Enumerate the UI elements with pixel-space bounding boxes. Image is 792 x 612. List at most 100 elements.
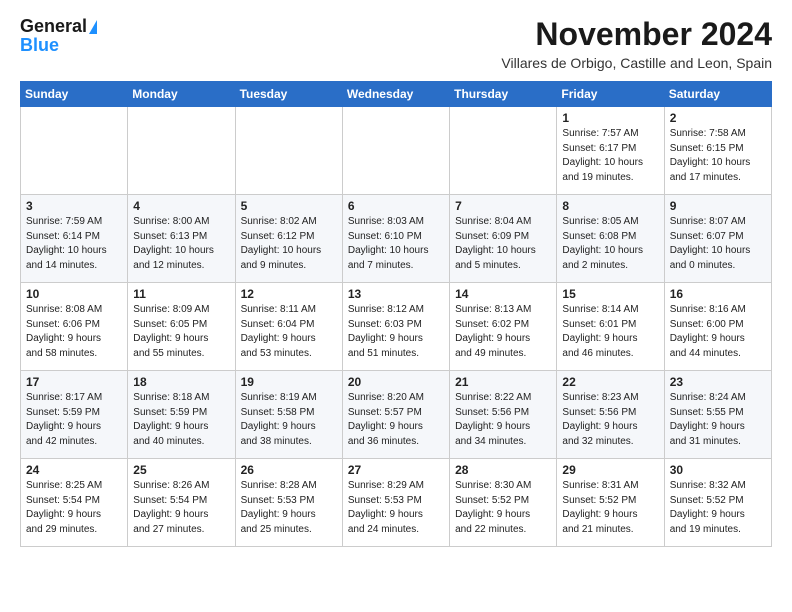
day-info: Sunrise: 8:16 AM Sunset: 6:00 PM Dayligh… [670, 303, 766, 361]
day-info: Sunrise: 8:32 AM Sunset: 5:52 PM Dayligh… [670, 479, 766, 537]
day-info: Sunrise: 7:58 AM Sunset: 6:15 PM Dayligh… [670, 127, 766, 185]
calendar-cell: 17Sunrise: 8:17 AM Sunset: 5:59 PM Dayli… [21, 371, 128, 459]
logo-triangle-icon [89, 20, 97, 34]
calendar-table: SundayMondayTuesdayWednesdayThursdayFrid… [20, 81, 772, 547]
calendar-cell: 25 Sunrise: 8:26 AM Sunset: 5:54 PM Dayli… [128, 459, 235, 547]
day-info: Sunrise: 7:59 AM Sunset: 6:14 PM Dayligh… [26, 215, 122, 273]
day-info: Sunrise: 8:11 AM Sunset: 6:04 PM Dayligh… [241, 303, 337, 361]
calendar-cell: 11 Sunrise: 8:09 AM Sunset: 6:05 PM Dayli… [128, 283, 235, 371]
calendar-cell [128, 107, 235, 195]
day-info: Sunrise: 8:00 AM Sunset: 6:13 PM Dayligh… [133, 215, 229, 273]
title-area: November 2024 Villares de Orbigo, Castil… [501, 16, 772, 71]
calendar-cell: 19 Sunrise: 8:19 AM Sunset: 5:58 PM Dayli… [235, 371, 342, 459]
day-number: 12 [241, 287, 337, 301]
day-number: 8 [562, 199, 658, 213]
day-info: Sunrise: 8:09 AM Sunset: 6:05 PM Dayligh… [133, 303, 229, 361]
calendar-cell [21, 107, 128, 195]
day-info: Sunrise: 8:04 AM Sunset: 6:09 PM Dayligh… [455, 215, 551, 273]
day-number: 14 [455, 287, 551, 301]
calendar-cell: 14 Sunrise: 8:13 AM Sunset: 6:02 PM Dayli… [450, 283, 557, 371]
day-number: 29 [562, 463, 658, 477]
day-number: 1 [562, 111, 658, 125]
day-info: Sunrise: 8:28 AM Sunset: 5:53 PM Dayligh… [241, 479, 337, 537]
day-info: Sunrise: 8:22 AM Sunset: 5:56 PM Dayligh… [455, 391, 551, 449]
calendar-cell: 6 Sunrise: 8:03 AM Sunset: 6:10 PM Daylig… [342, 195, 449, 283]
calendar-cell: 24 Sunrise: 8:25 AM Sunset: 5:54 PM Dayli… [21, 459, 128, 547]
calendar-week-4: 17Sunrise: 8:17 AM Sunset: 5:59 PM Dayli… [21, 371, 772, 459]
col-header-wednesday: Wednesday [342, 82, 449, 107]
day-info: Sunrise: 8:13 AM Sunset: 6:02 PM Dayligh… [455, 303, 551, 361]
calendar-cell: 18Sunrise: 8:18 AM Sunset: 5:59 PM Dayli… [128, 371, 235, 459]
day-number: 13 [348, 287, 444, 301]
day-info: Sunrise: 8:26 AM Sunset: 5:54 PM Dayligh… [133, 479, 229, 537]
calendar-cell: 13 Sunrise: 8:12 AM Sunset: 6:03 PM Dayli… [342, 283, 449, 371]
calendar-cell: 8 Sunrise: 8:05 AM Sunset: 6:08 PM Daylig… [557, 195, 664, 283]
header: General Blue November 2024 Villares de O… [20, 16, 772, 71]
day-number: 21 [455, 375, 551, 389]
calendar-cell: 5 Sunrise: 8:02 AM Sunset: 6:12 PM Daylig… [235, 195, 342, 283]
calendar-cell [450, 107, 557, 195]
day-info: Sunrise: 8:08 AM Sunset: 6:06 PM Dayligh… [26, 303, 122, 361]
location-subtitle: Villares de Orbigo, Castille and Leon, S… [501, 55, 772, 71]
day-info: Sunrise: 8:29 AM Sunset: 5:53 PM Dayligh… [348, 479, 444, 537]
calendar-cell: 9Sunrise: 8:07 AM Sunset: 6:07 PM Daylig… [664, 195, 771, 283]
col-header-sunday: Sunday [21, 82, 128, 107]
calendar-week-5: 24 Sunrise: 8:25 AM Sunset: 5:54 PM Dayli… [21, 459, 772, 547]
calendar-cell: 22 Sunrise: 8:23 AM Sunset: 5:56 PM Dayli… [557, 371, 664, 459]
calendar-week-1: 1 Sunrise: 7:57 AM Sunset: 6:17 PM Daylig… [21, 107, 772, 195]
logo-general: General [20, 16, 87, 37]
calendar-cell: 12 Sunrise: 8:11 AM Sunset: 6:04 PM Dayli… [235, 283, 342, 371]
day-number: 22 [562, 375, 658, 389]
day-number: 11 [133, 287, 229, 301]
calendar-cell [342, 107, 449, 195]
calendar-cell: 26 Sunrise: 8:28 AM Sunset: 5:53 PM Dayli… [235, 459, 342, 547]
calendar-cell: 4 Sunrise: 8:00 AM Sunset: 6:13 PM Daylig… [128, 195, 235, 283]
calendar-week-2: 3Sunrise: 7:59 AM Sunset: 6:14 PM Daylig… [21, 195, 772, 283]
day-number: 2 [670, 111, 766, 125]
logo-blue: Blue [20, 35, 59, 56]
calendar-cell: 10Sunrise: 8:08 AM Sunset: 6:06 PM Dayli… [21, 283, 128, 371]
month-title: November 2024 [501, 16, 772, 53]
day-number: 9 [670, 199, 766, 213]
logo: General Blue [20, 16, 97, 56]
col-header-tuesday: Tuesday [235, 82, 342, 107]
day-info: Sunrise: 8:02 AM Sunset: 6:12 PM Dayligh… [241, 215, 337, 273]
day-info: Sunrise: 8:19 AM Sunset: 5:58 PM Dayligh… [241, 391, 337, 449]
day-number: 27 [348, 463, 444, 477]
calendar-cell: 15 Sunrise: 8:14 AM Sunset: 6:01 PM Dayli… [557, 283, 664, 371]
day-info: Sunrise: 8:14 AM Sunset: 6:01 PM Dayligh… [562, 303, 658, 361]
calendar-cell: 2 Sunrise: 7:58 AM Sunset: 6:15 PM Daylig… [664, 107, 771, 195]
day-info: Sunrise: 8:05 AM Sunset: 6:08 PM Dayligh… [562, 215, 658, 273]
day-info: Sunrise: 8:23 AM Sunset: 5:56 PM Dayligh… [562, 391, 658, 449]
day-number: 16 [670, 287, 766, 301]
day-info: Sunrise: 8:18 AM Sunset: 5:59 PM Dayligh… [133, 391, 229, 449]
col-header-saturday: Saturday [664, 82, 771, 107]
day-info: Sunrise: 8:03 AM Sunset: 6:10 PM Dayligh… [348, 215, 444, 273]
day-number: 19 [241, 375, 337, 389]
day-number: 15 [562, 287, 658, 301]
calendar-cell [235, 107, 342, 195]
day-info: Sunrise: 8:12 AM Sunset: 6:03 PM Dayligh… [348, 303, 444, 361]
day-info: Sunrise: 8:30 AM Sunset: 5:52 PM Dayligh… [455, 479, 551, 537]
day-number: 4 [133, 199, 229, 213]
calendar-cell: 30 Sunrise: 8:32 AM Sunset: 5:52 PM Dayli… [664, 459, 771, 547]
day-number: 30 [670, 463, 766, 477]
day-info: Sunrise: 8:31 AM Sunset: 5:52 PM Dayligh… [562, 479, 658, 537]
day-info: Sunrise: 8:25 AM Sunset: 5:54 PM Dayligh… [26, 479, 122, 537]
day-number: 24 [26, 463, 122, 477]
day-number: 28 [455, 463, 551, 477]
calendar-cell: 28 Sunrise: 8:30 AM Sunset: 5:52 PM Dayli… [450, 459, 557, 547]
calendar-cell: 16 Sunrise: 8:16 AM Sunset: 6:00 PM Dayli… [664, 283, 771, 371]
calendar-cell: 20Sunrise: 8:20 AM Sunset: 5:57 PM Dayli… [342, 371, 449, 459]
day-number: 5 [241, 199, 337, 213]
day-number: 6 [348, 199, 444, 213]
day-number: 23 [670, 375, 766, 389]
calendar-cell: 7Sunrise: 8:04 AM Sunset: 6:09 PM Daylig… [450, 195, 557, 283]
calendar-week-3: 10Sunrise: 8:08 AM Sunset: 6:06 PM Dayli… [21, 283, 772, 371]
day-info: Sunrise: 8:24 AM Sunset: 5:55 PM Dayligh… [670, 391, 766, 449]
day-number: 26 [241, 463, 337, 477]
day-info: Sunrise: 7:57 AM Sunset: 6:17 PM Dayligh… [562, 127, 658, 185]
page: General Blue November 2024 Villares de O… [0, 0, 792, 559]
calendar-cell: 1 Sunrise: 7:57 AM Sunset: 6:17 PM Daylig… [557, 107, 664, 195]
day-number: 25 [133, 463, 229, 477]
